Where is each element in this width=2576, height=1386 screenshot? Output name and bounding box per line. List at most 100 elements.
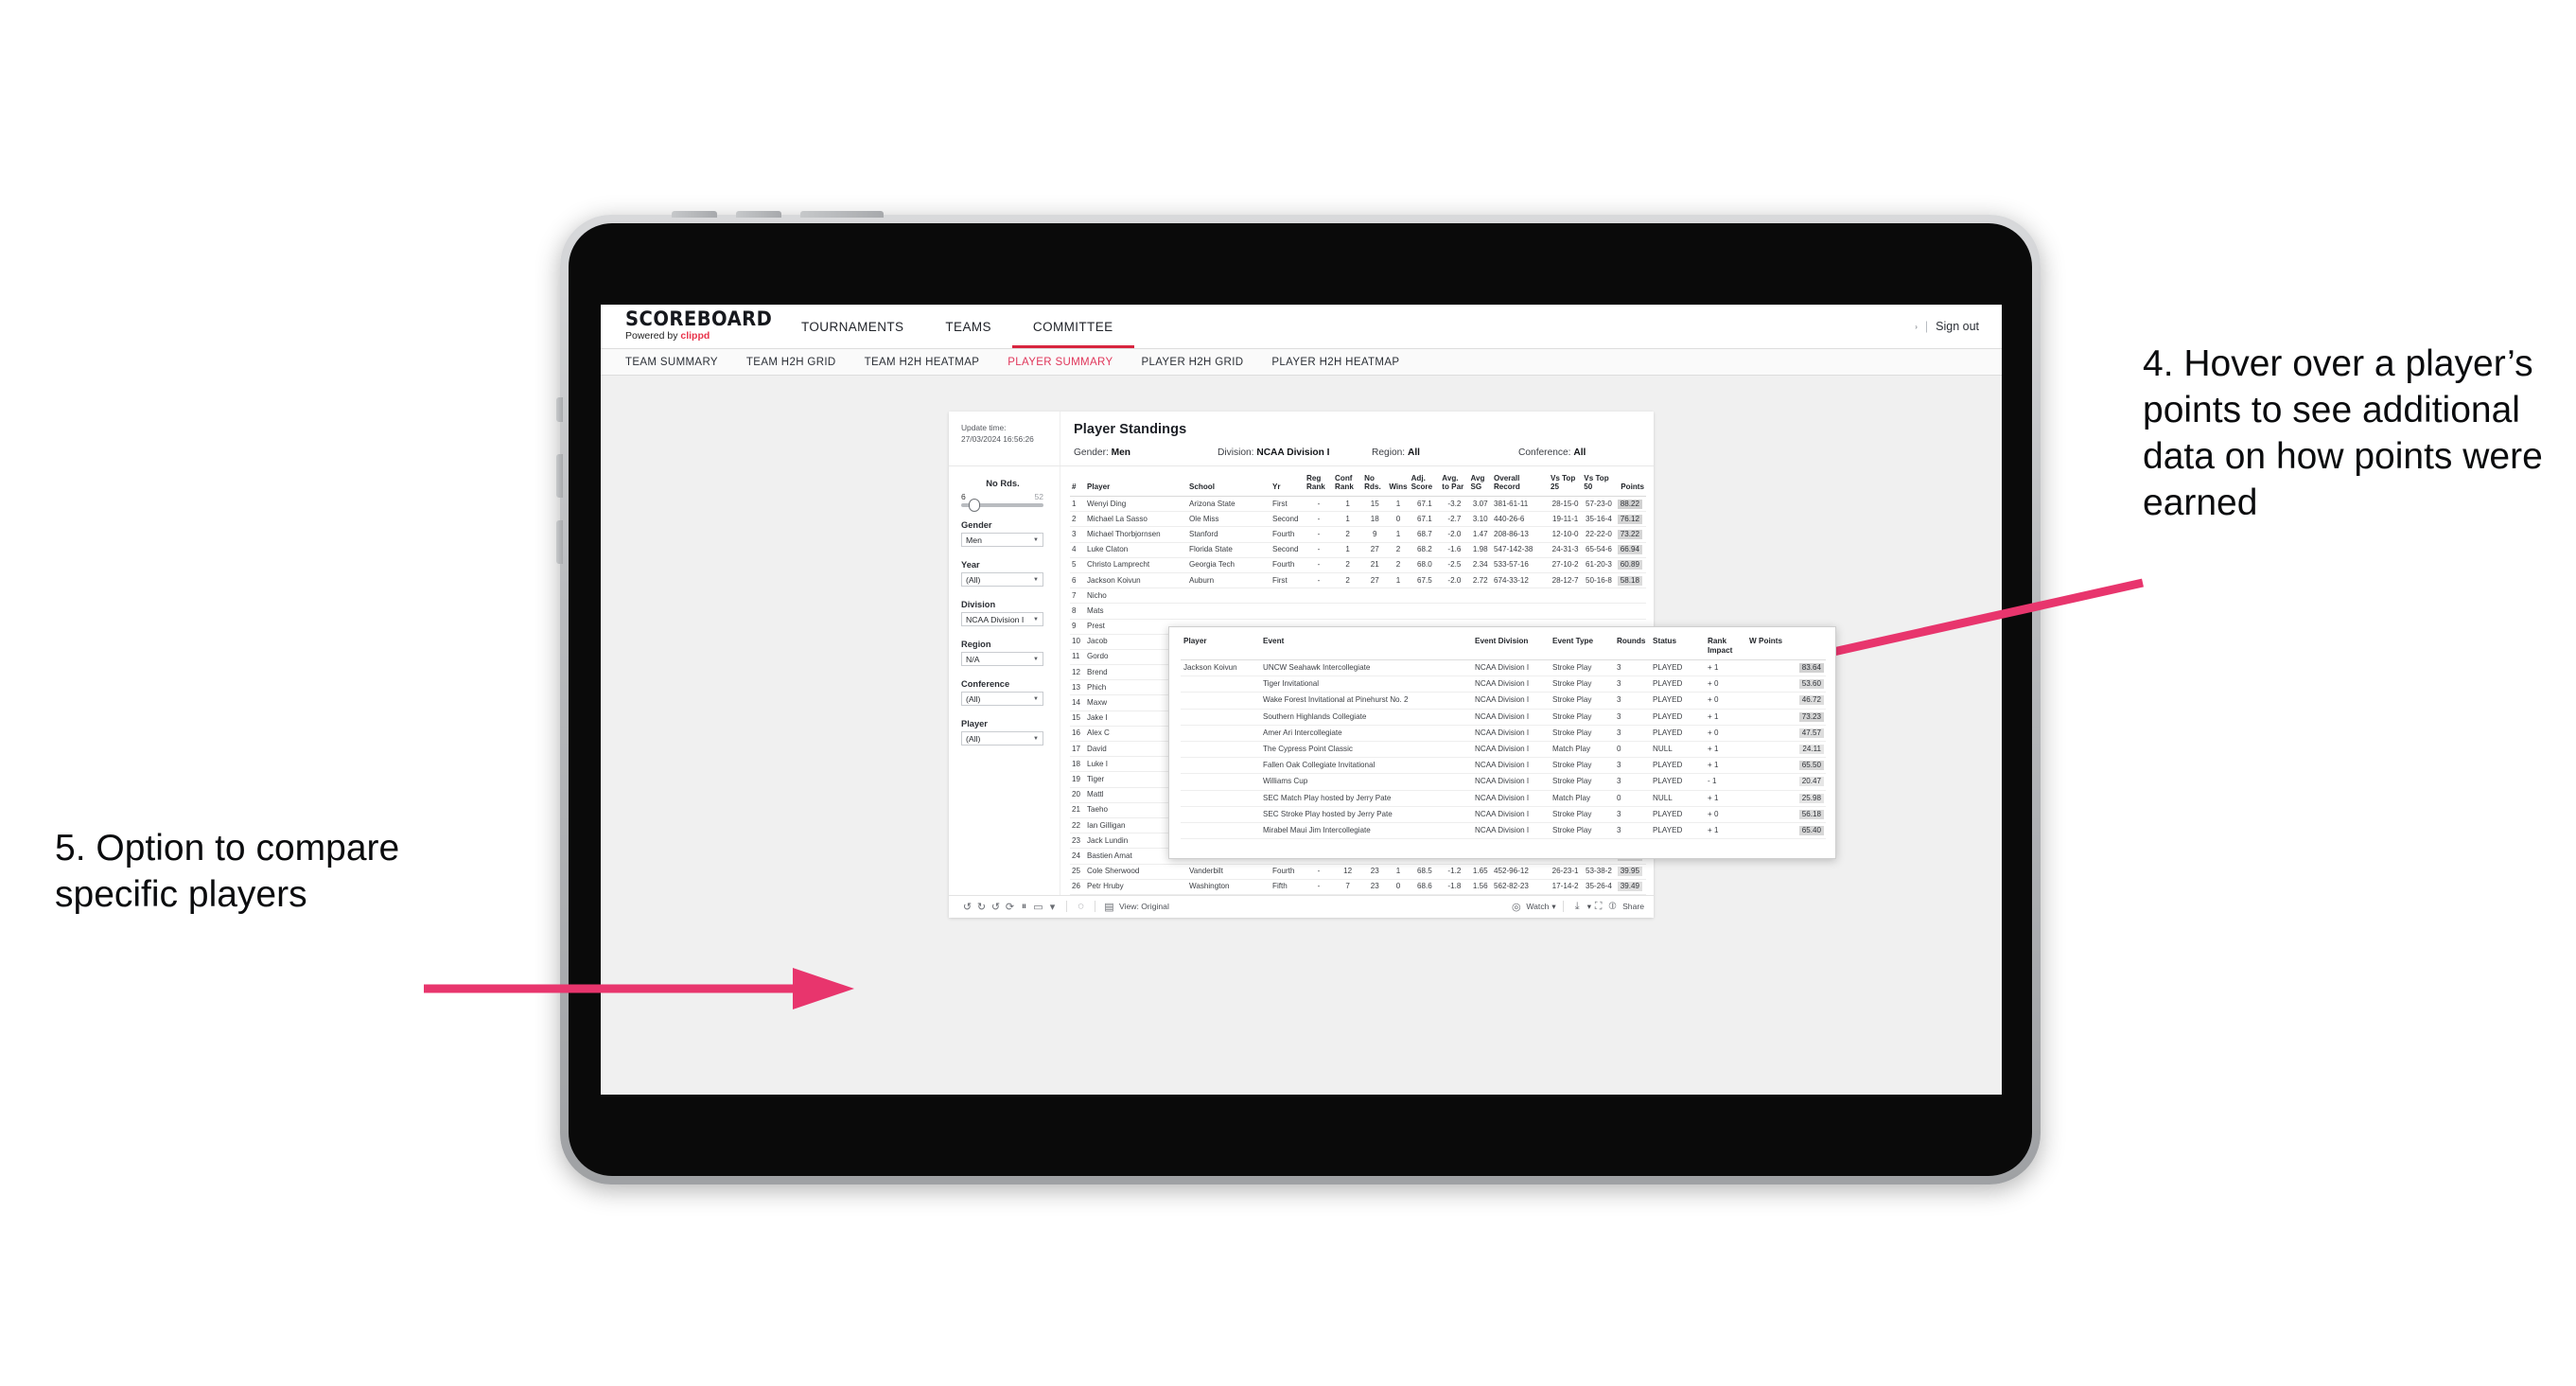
- col-vs-top-50[interactable]: Vs Top 50: [1582, 472, 1615, 497]
- watch-button[interactable]: ◎ Watch ▾: [1509, 900, 1555, 914]
- table-row[interactable]: 25Cole SherwoodVanderbiltFourth-1223168.…: [1070, 864, 1646, 879]
- filter-division-select[interactable]: NCAA Division I ▼: [961, 612, 1043, 626]
- subnav-item-player-summary[interactable]: PLAYER SUMMARY: [1008, 357, 1113, 368]
- tt-cell-status: PLAYED: [1650, 774, 1705, 790]
- refresh-data-icon[interactable]: ⟳: [1003, 900, 1017, 914]
- tt-cell-player: [1181, 676, 1260, 693]
- subnav-item-team-summary[interactable]: TEAM SUMMARY: [625, 357, 718, 368]
- tt-cell-points: 56.18: [1746, 806, 1826, 822]
- col-points[interactable]: Points: [1616, 472, 1646, 497]
- undo-icon[interactable]: ↺: [960, 900, 974, 914]
- cell-points[interactable]: 88.22: [1616, 497, 1646, 512]
- chevron-down-icon: ▼: [1033, 577, 1039, 583]
- tt-cell-rounds: 3: [1614, 693, 1650, 709]
- table-row[interactable]: 5Christo LamprechtGeorgia TechFourth-221…: [1070, 557, 1646, 572]
- col-conf-rank[interactable]: Conf Rank: [1333, 472, 1362, 497]
- filter-player-select[interactable]: (All) ▼: [961, 731, 1043, 746]
- col-vs-top-25[interactable]: Vs Top 25: [1549, 472, 1582, 497]
- cell-yr: Fourth: [1270, 557, 1305, 572]
- tt-cell-impact: + 0: [1705, 693, 1746, 709]
- cell-adj: 67.1: [1410, 512, 1441, 527]
- table-row[interactable]: 3Michael ThorbjornsenStanfordFourth-2916…: [1070, 527, 1646, 542]
- tt-cell-status: PLAYED: [1650, 693, 1705, 709]
- cell-rds: 23: [1362, 864, 1387, 879]
- filter-year-select[interactable]: (All) ▼: [961, 572, 1043, 587]
- slider-handle[interactable]: [969, 499, 980, 512]
- filter-summary-gender: Gender: Men: [1074, 447, 1218, 458]
- topnav-item-teams[interactable]: TEAMS: [924, 308, 1012, 348]
- cell-yr: First: [1270, 497, 1305, 512]
- filter-summary-gender-label: Gender:: [1074, 447, 1109, 458]
- revert-icon[interactable]: ↺: [989, 900, 1003, 914]
- cell-points[interactable]: 60.89: [1616, 557, 1646, 572]
- table-row[interactable]: 4Luke ClatonFlorida StateSecond-127268.2…: [1070, 542, 1646, 557]
- custom-view-icon[interactable]: ▭: [1031, 900, 1045, 914]
- tt-cell-player: [1181, 806, 1260, 822]
- highlight-icon[interactable]: ◌: [1074, 900, 1088, 914]
- sign-out-link[interactable]: Sign out: [1936, 320, 1979, 333]
- col-avg-sg[interactable]: Avg SG: [1469, 472, 1492, 497]
- col-school[interactable]: School: [1187, 472, 1270, 497]
- filter-gender-select[interactable]: Men ▼: [961, 533, 1043, 547]
- filter-summary-region-value: All: [1408, 447, 1420, 458]
- fullscreen-icon[interactable]: ⛶: [1591, 900, 1605, 914]
- table-row[interactable]: 7Nicho: [1070, 588, 1646, 604]
- topnav-item-committee[interactable]: COMMITTEE: [1012, 308, 1134, 348]
- cell-t25: 28-12-7: [1549, 572, 1582, 588]
- cell-conf: 1: [1333, 542, 1362, 557]
- pause-updates-icon[interactable]: ⏸: [1017, 900, 1031, 914]
- filter-conference-value: (All): [966, 694, 980, 704]
- tablet-button-top-1: [672, 211, 717, 218]
- subnav-item-player-h2h-heatmap[interactable]: PLAYER H2H HEATMAP: [1271, 357, 1399, 368]
- col-adj-score[interactable]: Adj. Score: [1410, 472, 1441, 497]
- user-menu-caret-icon[interactable]: ›: [1915, 323, 1918, 331]
- cell-record: 440-26-6: [1492, 512, 1549, 527]
- cell-points[interactable]: 76.12: [1616, 512, 1646, 527]
- view-original-button[interactable]: ▤ View: Original: [1102, 900, 1169, 914]
- table-row[interactable]: 1Wenyi DingArizona StateFirst-115167.1-3…: [1070, 497, 1646, 512]
- col-reg-rank[interactable]: Reg Rank: [1305, 472, 1333, 497]
- tt-cell-status: PLAYED: [1650, 660, 1705, 676]
- table-row[interactable]: 2Michael La SassoOle MissSecond-118067.1…: [1070, 512, 1646, 527]
- slide-canvas: SCOREBOARD Powered by clippd TOURNAMENTS…: [0, 0, 2576, 1386]
- filter-year-label: Year: [961, 560, 1060, 570]
- chevron-down-icon[interactable]: ▾: [1045, 900, 1060, 914]
- cell-points[interactable]: [1616, 604, 1646, 619]
- filter-no-rounds-slider[interactable]: No Rds. 6 52: [961, 478, 1060, 507]
- col-yr[interactable]: Yr: [1270, 472, 1305, 497]
- table-row[interactable]: 26Petr HrubyWashingtonFifth-723068.6-1.8…: [1070, 879, 1646, 894]
- col-wins[interactable]: Wins: [1387, 472, 1409, 497]
- filter-region-select[interactable]: N/A ▼: [961, 652, 1043, 666]
- table-row[interactable]: 8Mats: [1070, 604, 1646, 619]
- tt-cell-type: Stroke Play: [1550, 774, 1614, 790]
- col-rank[interactable]: #: [1070, 472, 1085, 497]
- col-avg-to-par[interactable]: Avg. to Par: [1440, 472, 1468, 497]
- page-title: Player Standings: [1074, 422, 1654, 437]
- cell-points[interactable]: 39.49: [1616, 879, 1646, 894]
- tt-cell-points: 25.98: [1746, 790, 1826, 806]
- cell-points[interactable]: 73.22: [1616, 527, 1646, 542]
- cell-record: 381-61-11: [1492, 497, 1549, 512]
- cell-points[interactable]: 58.18: [1616, 572, 1646, 588]
- table-row[interactable]: 6Jackson KoivunAuburnFirst-227167.5-2.02…: [1070, 572, 1646, 588]
- chevron-down-icon: ▾: [1551, 902, 1555, 912]
- tt-cell-type: Stroke Play: [1550, 725, 1614, 741]
- col-no-rds[interactable]: No Rds.: [1362, 472, 1387, 497]
- subnav-item-team-h2h-heatmap[interactable]: TEAM H2H HEATMAP: [865, 357, 980, 368]
- tablet-button-top-3: [800, 211, 884, 218]
- cell-points[interactable]: 66.94: [1616, 542, 1646, 557]
- col-overall-record[interactable]: Overall Record: [1492, 472, 1549, 497]
- download-button[interactable]: ⤓ ▾: [1570, 900, 1591, 914]
- redo-icon[interactable]: ↻: [974, 900, 989, 914]
- slider-track[interactable]: [961, 503, 1043, 507]
- share-button[interactable]: ⦶ Share: [1605, 900, 1644, 914]
- subnav-item-player-h2h-grid[interactable]: PLAYER H2H GRID: [1141, 357, 1243, 368]
- filter-conference-select[interactable]: (All) ▼: [961, 692, 1043, 706]
- cell-num: 22: [1070, 817, 1085, 833]
- col-player[interactable]: Player: [1085, 472, 1187, 497]
- subnav-item-team-h2h-grid[interactable]: TEAM H2H GRID: [746, 357, 836, 368]
- cell-points[interactable]: 39.95: [1616, 864, 1646, 879]
- topnav-item-tournaments[interactable]: TOURNAMENTS: [780, 308, 924, 348]
- cell-points[interactable]: [1616, 588, 1646, 604]
- cell-t25: 12-10-0: [1549, 527, 1582, 542]
